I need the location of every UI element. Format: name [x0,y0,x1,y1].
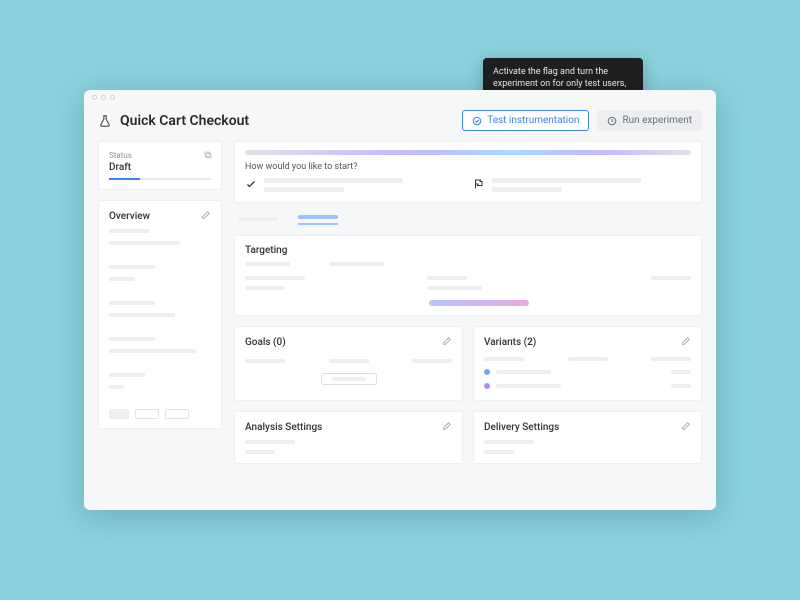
clock-icon [607,116,617,126]
run-experiment-label: Run experiment [622,115,692,126]
bullet-icon [484,383,490,389]
page-header: Quick Cart Checkout Test instrumentation… [84,104,716,141]
start-card: How would you like to start? [234,141,702,203]
overview-card: Overview [98,200,222,429]
status-progress-fill [109,178,140,180]
variant-row-1 [484,369,691,375]
check-circle-icon [472,116,482,126]
delivery-settings-card: Delivery Settings [473,411,702,464]
flask-icon [98,114,112,128]
header-left: Quick Cart Checkout [98,113,249,129]
overview-title: Overview [109,211,150,222]
traffic-light-zoom[interactable] [110,95,115,100]
tab-1[interactable] [238,213,278,225]
status-card: Status Draft [98,141,222,190]
settings-row: Analysis Settings Delivery Settings [234,411,702,464]
copy-icon[interactable] [203,150,213,163]
check-icon [245,178,257,190]
status-value: Draft [109,162,211,173]
run-experiment-button[interactable]: Run experiment [597,110,702,131]
start-option-check[interactable] [245,178,463,192]
status-progress-track [109,178,211,180]
flag-icon [473,178,485,190]
pencil-icon[interactable] [442,336,452,349]
main-column: How would you like to start? [234,141,702,496]
variants-card: Variants (2) [473,326,702,401]
start-prompt: How would you like to start? [245,162,691,172]
window-titlebar [84,90,716,104]
variant-row-2 [484,383,691,389]
pencil-icon[interactable] [201,210,211,223]
app-window: Quick Cart Checkout Test instrumentation… [84,90,716,510]
delivery-title: Delivery Settings [484,422,559,433]
pencil-icon[interactable] [442,421,452,434]
traffic-light-close[interactable] [92,95,97,100]
pencil-icon[interactable] [681,336,691,349]
traffic-light-minimize[interactable] [101,95,106,100]
start-option-flag[interactable] [473,178,691,192]
goals-card: Goals (0) [234,326,463,401]
add-goal-pill[interactable] [321,373,377,385]
sidebar: Status Draft Overview [98,141,222,496]
pencil-icon[interactable] [681,421,691,434]
start-options [245,178,691,192]
variants-title: Variants (2) [484,337,536,348]
gradient-bar [245,150,691,155]
test-instrumentation-label: Test instrumentation [487,115,579,126]
body: Status Draft Overview [84,141,716,510]
goals-variants-row: Goals (0) Variants (2) [234,326,702,401]
analysis-title: Analysis Settings [245,422,322,433]
goals-title: Goals (0) [245,337,286,348]
tab-2-active[interactable] [298,213,338,225]
targeting-title: Targeting [245,245,287,256]
header-actions: Test instrumentation Run experiment [462,110,702,131]
bullet-icon [484,369,490,375]
overview-body [109,229,211,419]
gradient-pill [429,300,529,306]
targeting-card: Targeting [234,235,702,316]
page-title: Quick Cart Checkout [120,113,249,129]
test-instrumentation-button[interactable]: Test instrumentation [462,110,589,131]
analysis-settings-card: Analysis Settings [234,411,463,464]
tabs [234,213,702,225]
status-label: Status [109,151,211,160]
